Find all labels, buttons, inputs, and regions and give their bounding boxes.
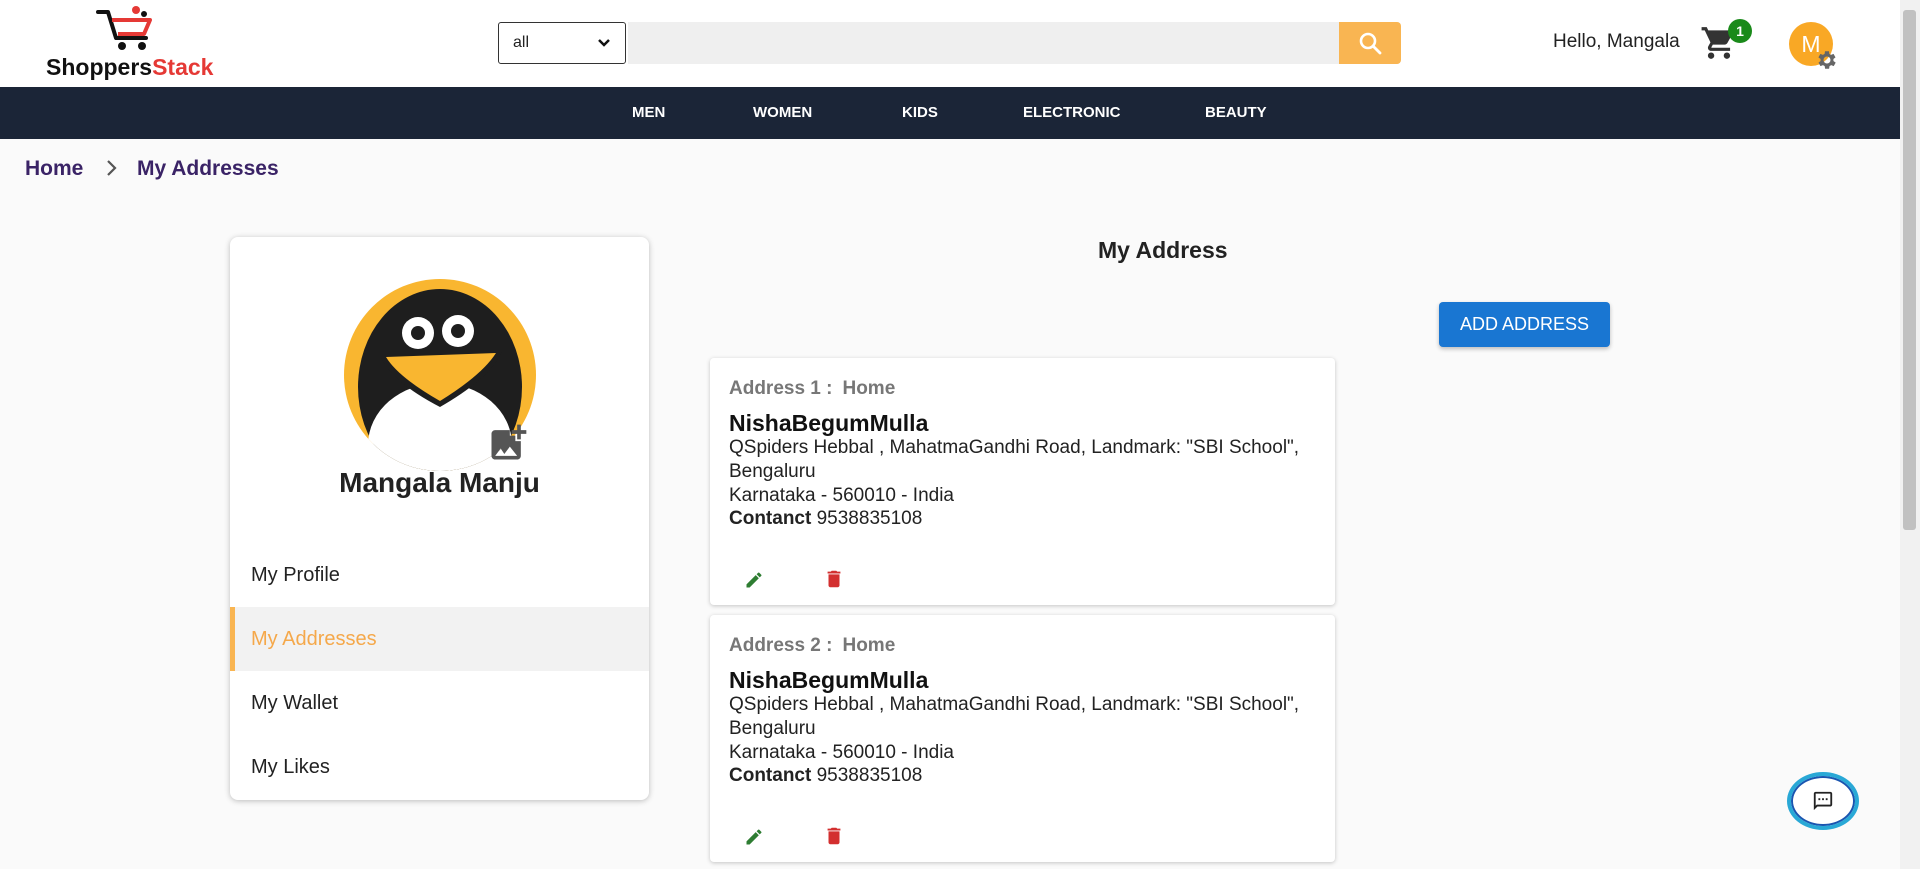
category-select[interactable]: all — [498, 22, 626, 64]
logo[interactable]: ShoppersStack — [46, 4, 236, 82]
menu-item-my-addresses[interactable]: My Addresses — [230, 607, 649, 671]
address-label: Address 2 : — [729, 635, 833, 656]
address-type: Home — [842, 635, 896, 656]
delete-icon[interactable] — [823, 568, 845, 590]
address-line1: QSpiders Hebbal , MahatmaGandhi Road, La… — [729, 437, 1300, 482]
profile-name: Mangala Manju — [339, 467, 540, 498]
address-name: NishaBegumMulla — [729, 667, 929, 693]
logo-text-part1: Shoppers — [46, 54, 153, 80]
add-photo-icon[interactable] — [486, 421, 530, 465]
profile-sidebar: Mangala Manju My Profile My Addresses My… — [230, 237, 649, 800]
address-header: Address 1 : Home — [729, 378, 895, 400]
search-input[interactable] — [628, 22, 1340, 64]
cart-logo-icon — [96, 6, 152, 50]
address-name: NishaBegumMulla — [729, 410, 929, 436]
nav-item-men[interactable]: MEN — [632, 87, 665, 139]
nav-item-women[interactable]: WOMEN — [753, 87, 812, 139]
breadcrumb-home[interactable]: Home — [25, 157, 83, 181]
menu-item-my-wallet[interactable]: My Wallet — [230, 671, 649, 735]
delete-icon[interactable] — [823, 825, 845, 847]
edit-icon[interactable] — [744, 570, 764, 590]
add-address-button[interactable]: ADD ADDRESS — [1439, 302, 1610, 347]
logo-text-part2: Stack — [152, 54, 214, 80]
menu-item-my-profile[interactable]: My Profile — [230, 543, 649, 607]
chat-button[interactable] — [1787, 772, 1859, 830]
address-header: Address 2 : Home — [729, 635, 895, 657]
address-type: Home — [842, 378, 896, 399]
category-nav: MEN WOMEN KIDS ELECTRONIC BEAUTY — [0, 87, 1900, 139]
address-contact: Contanct 9538835108 — [729, 508, 922, 530]
address-contact: Contanct 9538835108 — [729, 765, 922, 787]
contact-value: 9538835108 — [816, 765, 923, 786]
breadcrumb-current: My Addresses — [137, 157, 279, 180]
gear-icon[interactable] — [1815, 48, 1839, 72]
address-card: Address 2 : Home NishaBegumMulla QSpiders… — [710, 615, 1335, 862]
search-icon — [1359, 32, 1382, 55]
menu-item-my-likes[interactable]: My Likes — [230, 735, 649, 799]
address-label: Address 1 : — [729, 378, 833, 399]
contact-value: 9538835108 — [816, 508, 923, 529]
scrollbar-thumb[interactable] — [1903, 10, 1916, 530]
address-line2: Karnataka - 560010 - India — [729, 742, 954, 763]
contact-label: Contanct — [729, 765, 812, 786]
search-button[interactable] — [1339, 22, 1401, 64]
nav-item-beauty[interactable]: BEAUTY — [1205, 87, 1267, 139]
chevron-down-icon — [598, 39, 610, 47]
cart-count-badge: 1 — [1728, 19, 1752, 43]
category-select-value: all — [513, 34, 530, 51]
edit-icon[interactable] — [744, 827, 764, 847]
address-line2: Karnataka - 560010 - India — [729, 485, 954, 506]
address-card: Address 1 : Home NishaBegumMulla QSpiders… — [710, 358, 1335, 605]
logo-text: ShoppersStack — [46, 54, 213, 81]
chevron-right-icon — [107, 160, 117, 176]
header: ShoppersStack all Hello, Mangala 1 M — [0, 0, 1900, 87]
page-title: My Address — [1098, 237, 1228, 263]
greeting-text: Hello, Mangala — [1553, 31, 1680, 52]
contact-label: Contanct — [729, 508, 812, 529]
nav-item-kids[interactable]: KIDS — [902, 87, 938, 139]
chat-icon — [1813, 791, 1833, 811]
nav-item-electronic[interactable]: ELECTRONIC — [1023, 87, 1121, 139]
address-line1: QSpiders Hebbal , MahatmaGandhi Road, La… — [729, 694, 1300, 739]
